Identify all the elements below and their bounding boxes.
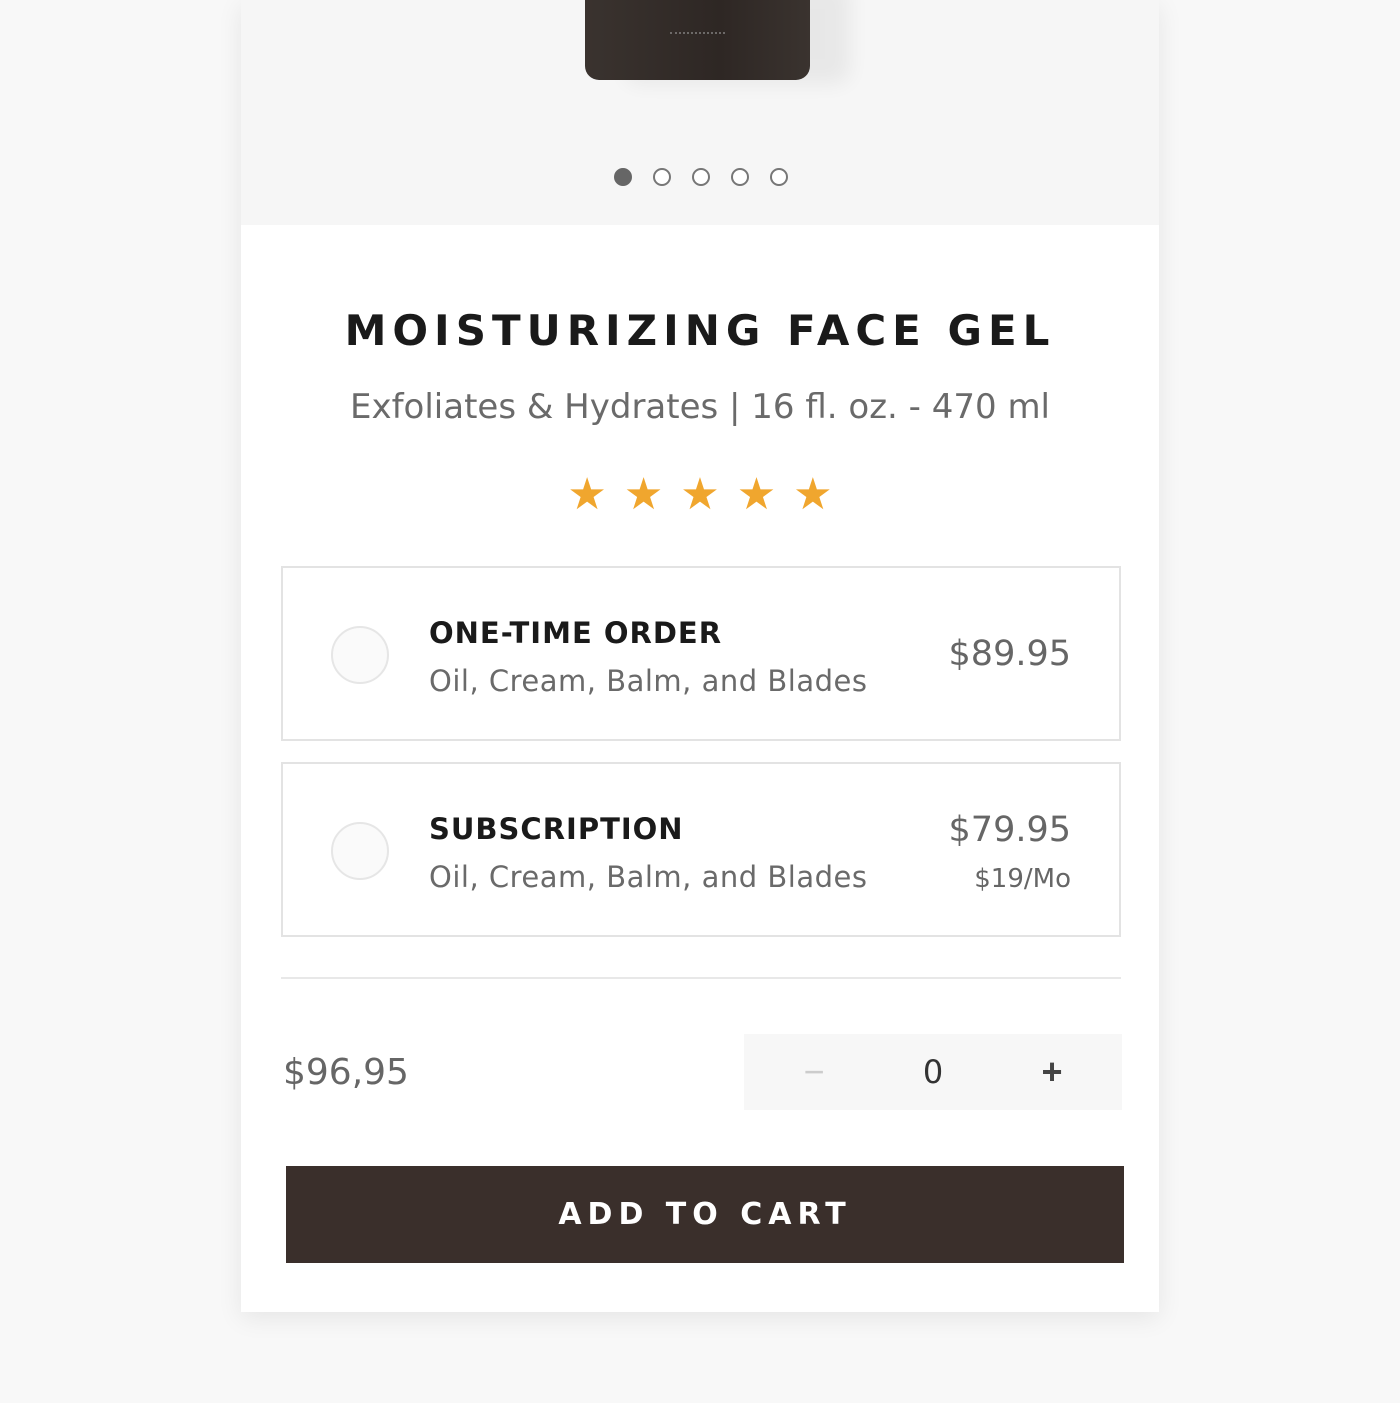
option-price: $79.95: [948, 810, 1071, 850]
total-price: $96,95: [283, 1052, 409, 1093]
divider: [281, 977, 1121, 979]
gallery-dot[interactable]: [731, 168, 749, 186]
product-subtitle: Exfoliates & Hydrates | 16 fl. oz. - 470…: [349, 387, 1051, 427]
option-description: Oil, Cream, Balm, and Blades: [429, 664, 868, 698]
gallery-pagination: [614, 168, 788, 186]
quantity-value[interactable]: 0: [923, 1053, 943, 1091]
option-title: ONE-TIME ORDER: [429, 616, 723, 650]
quantity-stepper: − 0 +: [744, 1034, 1122, 1110]
option-price: $89.95: [948, 634, 1071, 674]
add-to-cart-button[interactable]: ADD TO CART: [286, 1166, 1124, 1263]
product-title: MOISTURIZING FACE GEL: [344, 306, 1056, 355]
star-icon: ★: [623, 469, 664, 520]
rating-stars: ★ ★ ★ ★ ★: [241, 470, 1159, 520]
product-image-gallery[interactable]: [241, 0, 1159, 225]
star-icon: ★: [793, 469, 833, 520]
product-card: MOISTURIZING FACE GEL Exfoliates & Hydra…: [241, 0, 1159, 1312]
increment-button[interactable]: +: [1022, 1051, 1082, 1093]
star-icon: ★: [567, 469, 607, 520]
radio-button[interactable]: [331, 626, 389, 684]
decrement-button[interactable]: −: [784, 1051, 844, 1093]
option-monthly-price: $19/Mo: [974, 864, 1071, 894]
gallery-dot[interactable]: [692, 168, 710, 186]
gallery-dot[interactable]: [770, 168, 788, 186]
radio-button[interactable]: [331, 822, 389, 880]
star-icon: ★: [680, 469, 720, 520]
option-description: Oil, Cream, Balm, and Blades: [429, 860, 868, 894]
gallery-dot[interactable]: [614, 168, 632, 186]
star-icon: ★: [736, 469, 777, 520]
bottle-label: [670, 32, 725, 38]
option-one-time-order[interactable]: ONE-TIME ORDER Oil, Cream, Balm, and Bla…: [281, 566, 1121, 741]
option-title: SUBSCRIPTION: [429, 812, 684, 846]
option-subscription[interactable]: SUBSCRIPTION Oil, Cream, Balm, and Blade…: [281, 762, 1121, 937]
product-bottle-image: [585, 0, 810, 80]
gallery-dot[interactable]: [653, 168, 671, 186]
